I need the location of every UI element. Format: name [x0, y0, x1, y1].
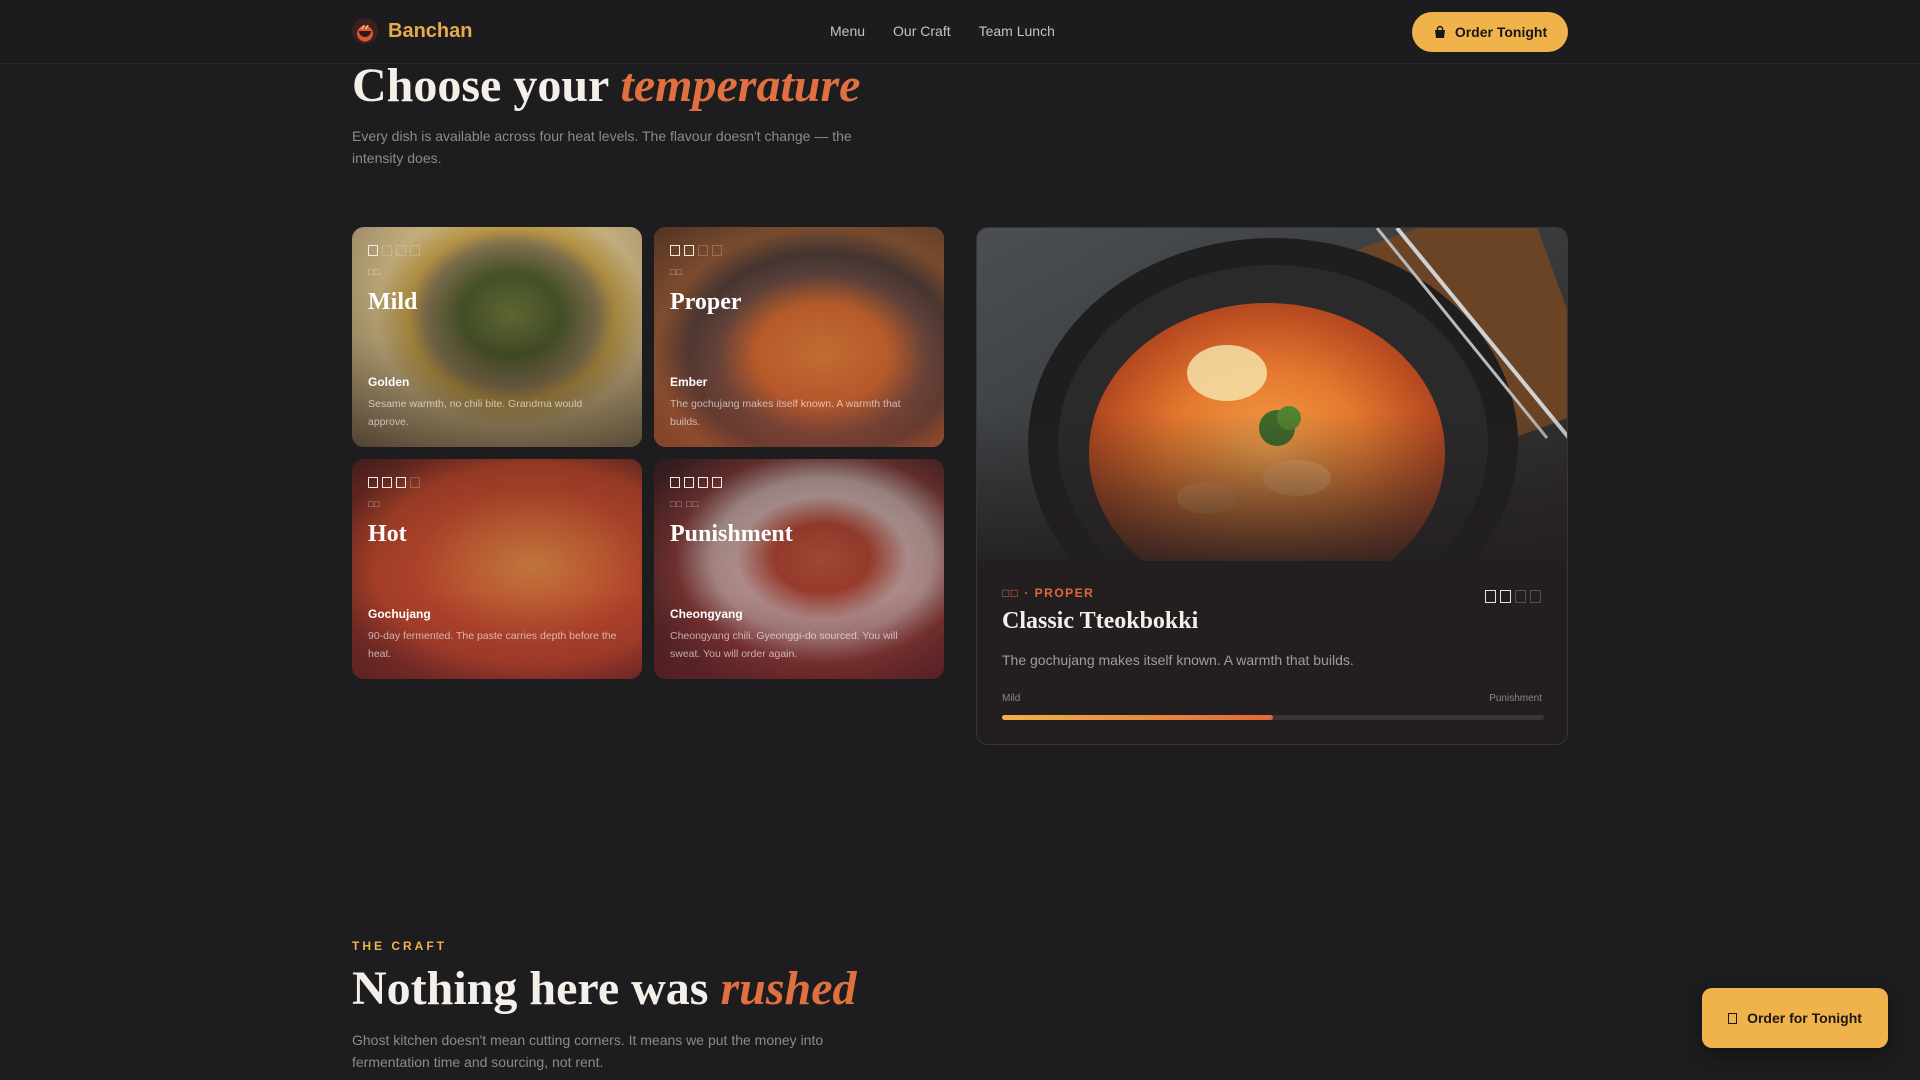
- level-name: Proper: [670, 289, 742, 315]
- chili-name: Golden: [368, 375, 410, 389]
- level-description: Sesame warmth, no chili bite. Grandma wo…: [368, 398, 583, 428]
- nav-link-our-craft[interactable]: Our Craft: [893, 23, 951, 39]
- dish-heat-indicator: [1485, 590, 1541, 603]
- korean-label: □□: [368, 267, 381, 277]
- nav-link-team-lunch[interactable]: Team Lunch: [979, 23, 1055, 39]
- section-eyebrow: THE CRAFT: [352, 939, 447, 953]
- order-tonight-button[interactable]: Order Tonight: [1412, 12, 1568, 52]
- heat-square-icon: [396, 477, 406, 488]
- level-description: Cheongyang chili. Gyeonggi-do sourced. Y…: [670, 630, 898, 660]
- korean-label: □□ □□: [670, 499, 700, 509]
- title-prefix: Choose your: [352, 59, 609, 112]
- floating-order-label: Order for Tonight: [1747, 1010, 1862, 1026]
- heat-square-icon: [670, 477, 680, 488]
- heat-scale-track: [1002, 715, 1544, 720]
- craft-title: Nothing here was rushed: [352, 961, 857, 1016]
- dish-detail-panel: □□ · PROPER Classic Tteokbokki The gochu…: [976, 227, 1568, 745]
- korean-label: □□: [670, 267, 683, 277]
- title-accent: temperature: [620, 59, 861, 112]
- heat-square-icon: [382, 245, 392, 256]
- heat-square-icon: [396, 245, 406, 256]
- heat-square-icon: [1530, 590, 1541, 603]
- heat-square-icon: [712, 477, 722, 488]
- heat-square-icon: [670, 245, 680, 256]
- heat-scale-fill: [1002, 715, 1273, 720]
- heat-square-icon: [1500, 590, 1511, 603]
- craft-title-prefix: Nothing here was: [352, 962, 709, 1015]
- brand[interactable]: Banchan: [352, 18, 472, 44]
- chili-name: Gochujang: [368, 607, 431, 621]
- level-description: The gochujang makes itself known. A warm…: [670, 398, 901, 428]
- order-tonight-label: Order Tonight: [1454, 24, 1548, 40]
- heat-indicator: [368, 245, 420, 256]
- page-title: Choose your temperature: [352, 58, 860, 113]
- scale-min-label: Mild: [1002, 693, 1021, 704]
- order-icon: [1728, 1012, 1738, 1024]
- top-nav: Banchan Menu Our Craft Team Lunch Order …: [0, 0, 1920, 64]
- heat-card-hot[interactable]: □□ Hot Gochujang 90-day fermented. The p…: [352, 459, 642, 679]
- tteokbokki-photo: [977, 228, 1567, 648]
- level-name: Hot: [368, 521, 407, 547]
- level-description: 90-day fermented. The paste carries dept…: [368, 630, 617, 660]
- page-subtitle: Every dish is available across four heat…: [352, 128, 852, 166]
- shopping-bag-icon: [1434, 25, 1445, 38]
- heat-square-icon: [368, 477, 378, 488]
- heat-card-punishment[interactable]: □□ □□ Punishment Cheongyang Cheongyang c…: [654, 459, 944, 679]
- korean-label: □□: [368, 499, 381, 509]
- brand-name: Banchan: [388, 19, 473, 42]
- heat-square-icon: [410, 477, 420, 488]
- heat-square-icon: [712, 245, 722, 256]
- level-name: Punishment: [670, 521, 793, 547]
- nav-link-menu[interactable]: Menu: [830, 23, 865, 39]
- heat-square-icon: [1485, 590, 1496, 603]
- heat-square-icon: [382, 477, 392, 488]
- heat-indicator: [670, 477, 722, 488]
- heat-indicator: [368, 477, 420, 488]
- heat-square-icon: [410, 245, 420, 256]
- heat-square-icon: [368, 245, 378, 256]
- scale-max-label: Punishment: [1489, 693, 1542, 704]
- bowl-logo-icon: [352, 18, 378, 44]
- heat-square-icon: [1515, 590, 1526, 603]
- heat-indicator: [670, 245, 722, 256]
- floating-order-button[interactable]: Order for Tonight: [1702, 988, 1888, 1048]
- heat-card-proper[interactable]: □□ Proper Ember The gochujang makes itse…: [654, 227, 944, 447]
- heat-card-mild[interactable]: □□ Mild Golden Sesame warmth, no chili b…: [352, 227, 642, 447]
- level-name: Mild: [368, 289, 418, 315]
- chili-name: Cheongyang: [670, 607, 743, 621]
- heat-square-icon: [684, 477, 694, 488]
- dish-heat-tag: □□ · PROPER: [1002, 586, 1095, 600]
- heat-square-icon: [684, 245, 694, 256]
- chili-name: Ember: [670, 375, 708, 389]
- heat-square-icon: [698, 477, 708, 488]
- nav-links: Menu Our Craft Team Lunch: [830, 23, 1055, 39]
- dish-description: The gochujang makes itself known. A warm…: [1002, 652, 1354, 668]
- heat-square-icon: [698, 245, 708, 256]
- craft-subtitle: Ghost kitchen doesn't mean cutting corne…: [352, 1032, 824, 1070]
- craft-title-accent: rushed: [720, 962, 857, 1015]
- dish-title: Classic Tteokbokki: [1002, 608, 1199, 634]
